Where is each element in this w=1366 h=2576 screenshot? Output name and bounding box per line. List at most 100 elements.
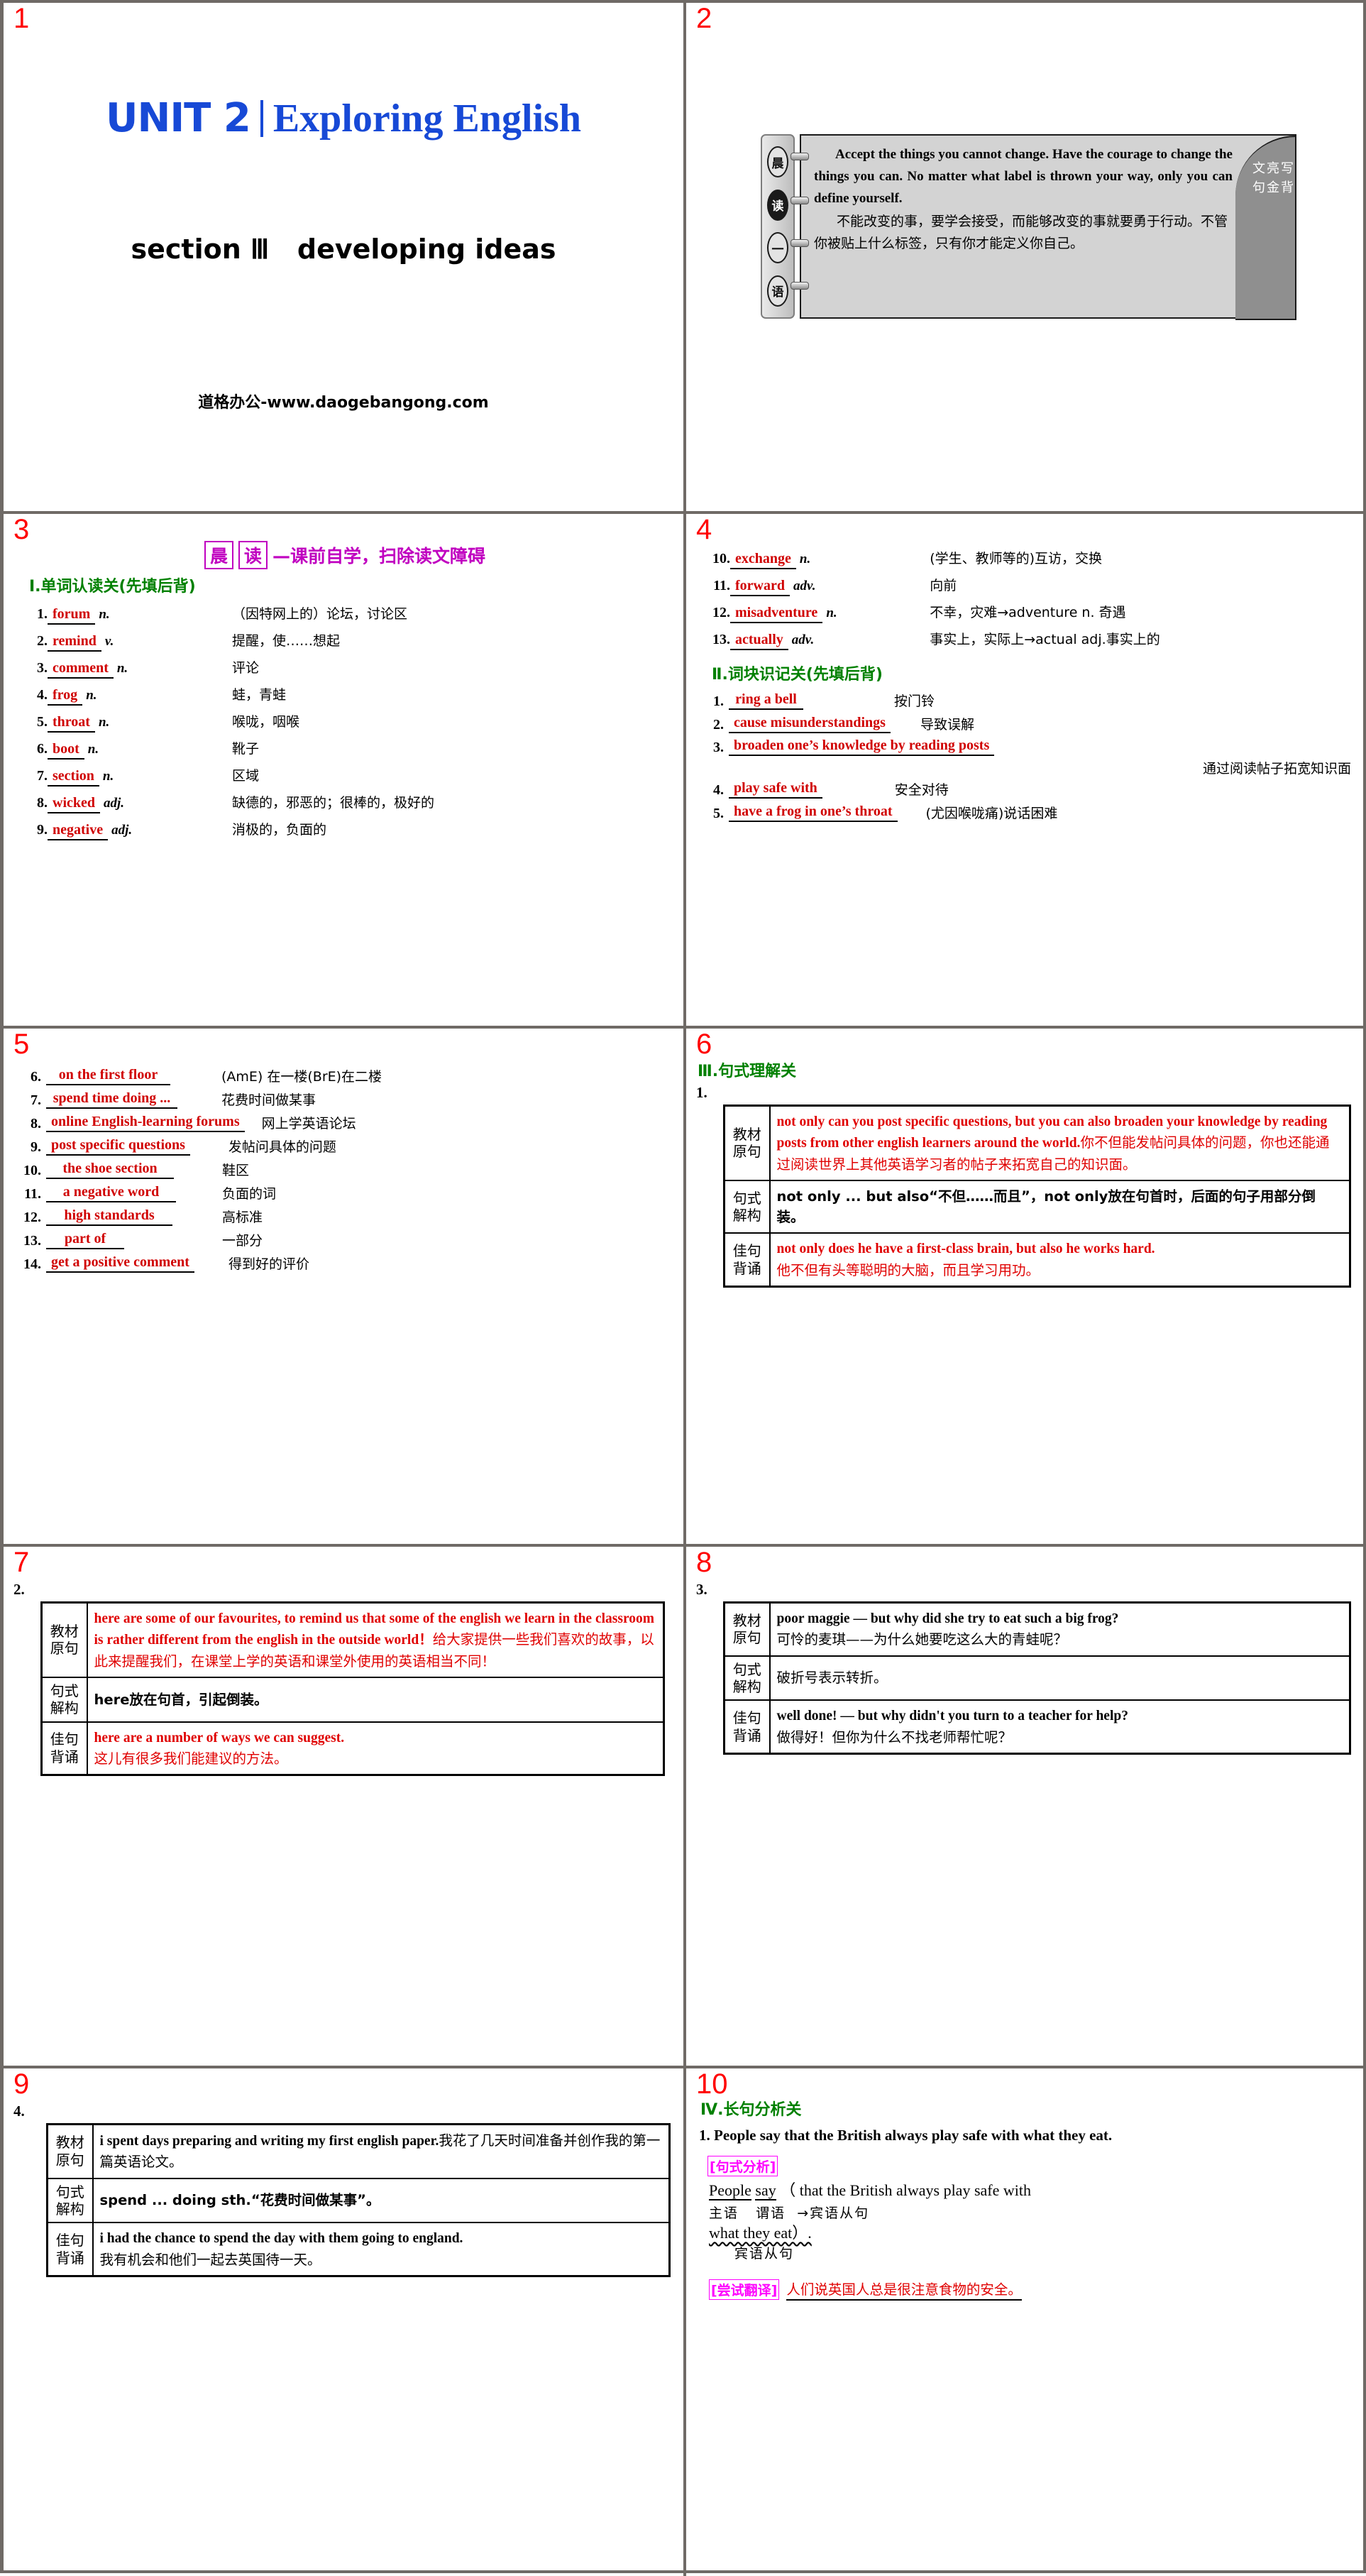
section-title-word-recognition: Ⅰ.单词认读关(先填后背) bbox=[29, 578, 196, 596]
chunk-meaning-wrap: 通过阅读帖子拓宽知识面 bbox=[699, 758, 1360, 777]
row-word-cell: throat n. bbox=[48, 708, 232, 735]
slide-1[interactable]: 1 UNIT 2 Exploring English section Ⅲ deve… bbox=[4, 3, 686, 514]
header-char-read: 读 bbox=[238, 541, 268, 569]
long-sentence-item: 1. People say that the British always pl… bbox=[699, 2127, 1357, 2144]
slide-5[interactable]: 5 6. on the first floor (AmE) 在一楼(BrE)在二… bbox=[4, 1029, 686, 1547]
row-number: 5. bbox=[37, 714, 48, 730]
row-word-cell: actually adv. bbox=[730, 626, 930, 653]
item-number: 3. bbox=[713, 740, 724, 755]
binder-char-2: 读 bbox=[767, 189, 788, 221]
slide-number-5: 5 bbox=[13, 1029, 30, 1060]
word-pos: adj. bbox=[104, 796, 125, 811]
recite-english: well done! — but why didn't you turn to … bbox=[776, 1709, 1128, 1724]
row-label-structure: 句式 解构 bbox=[40, 1676, 88, 1723]
item-number: 13. bbox=[23, 1233, 41, 1249]
section-name: developing ideas bbox=[297, 234, 556, 265]
section-numeral: Ⅲ bbox=[250, 235, 270, 265]
table-row: 佳句 背诵 i had the chance to spend the day w… bbox=[46, 2222, 671, 2277]
vocabulary-table-1: 1. forum n. （因特网上的）论坛，讨论区 2. remind v. 提醒，使……想… bbox=[16, 601, 673, 843]
list-item: 6. on the first floor (AmE) 在一楼(BrE)在二楼 bbox=[16, 1064, 673, 1087]
slide-3[interactable]: 3 晨读 —课前自学，扫除读文障碍 Ⅰ.单词认读关(先填后背) 1. forum n.… bbox=[4, 514, 686, 1029]
row-content: not only can you post specific questions… bbox=[769, 1105, 1351, 1181]
row-number: 2. bbox=[37, 633, 48, 649]
binder-rings bbox=[791, 140, 809, 314]
word-blank: exchange bbox=[730, 551, 796, 569]
sentence-table-3: 教材 原句 poor maggie — but why did she try t… bbox=[723, 1601, 1351, 1755]
row-label-textbook: 教材 原句 bbox=[46, 2123, 94, 2179]
item-number: 4. bbox=[713, 782, 724, 798]
row-meaning: 不幸，灾难→adventure n. 奇遇 bbox=[930, 605, 1126, 620]
row-content: here放在句首，引起倒装。 bbox=[86, 1676, 665, 1723]
row-content: i had the chance to spend the day with t… bbox=[92, 2222, 671, 2277]
slide-1-subtitle: section Ⅲ developing ideas bbox=[4, 234, 683, 265]
word-pos: v. bbox=[104, 634, 114, 649]
slide-2[interactable]: 2 晨 读 一 语 Accept the things you cannot c… bbox=[686, 3, 1366, 514]
slide-6[interactable]: 6 Ⅲ.句式理解关 1. 教材 原句 not only can you post … bbox=[686, 1029, 1366, 1547]
chunk-meaning: 按门铃 bbox=[894, 694, 935, 709]
row-label-structure: 句式 解构 bbox=[723, 1179, 771, 1234]
row-word-cell: remind v. bbox=[48, 627, 232, 654]
word-blank: section bbox=[48, 768, 99, 786]
chunk-meaning: 一部分 bbox=[222, 1233, 263, 1249]
corner-tab: 写背 亮金 文句 bbox=[1235, 136, 1296, 320]
chunk-blank: broaden one’s knowledge by reading posts bbox=[729, 738, 995, 756]
chunk-meaning: 网上学英语论坛 bbox=[261, 1116, 356, 1131]
row-word-cell: comment n. bbox=[48, 654, 232, 681]
item-number: 11. bbox=[24, 1186, 41, 1202]
row-word-cell: negative adj. bbox=[48, 816, 232, 843]
row-meaning: 评论 bbox=[231, 660, 259, 676]
table-row: 教材 原句 poor maggie — but why did she try t… bbox=[723, 1601, 1351, 1657]
slide-10[interactable]: 10 Ⅳ.长句分析关 1. People say that the Britis… bbox=[686, 2068, 1366, 2576]
item-number: 2. bbox=[713, 717, 724, 733]
row-word-cell: exchange n. bbox=[730, 545, 930, 572]
table-row: 佳句 背诵 well done! — but why didn't you tur… bbox=[723, 1699, 1351, 1755]
table-row: 佳句 背诵 not only does he have a first-class… bbox=[723, 1232, 1351, 1288]
slide-number-9: 9 bbox=[13, 2068, 30, 2100]
label-predicate: 谓语 bbox=[756, 2205, 786, 2221]
row-label-textbook: 教材 原句 bbox=[723, 1601, 771, 1657]
chunk-meaning: 高标准 bbox=[222, 1210, 263, 1225]
row-meaning: 区域 bbox=[231, 768, 259, 784]
word-blank: forward bbox=[730, 578, 790, 596]
list-item: 7. spend time doing ... 花费时间做某事 bbox=[16, 1087, 673, 1111]
row-label-recite: 佳句 背诵 bbox=[723, 1232, 771, 1288]
chunk-meaning: (尤因喉咙痛)说话困难 bbox=[925, 806, 1058, 821]
row-meaning: 提醒，使……想起 bbox=[231, 633, 340, 649]
section-title-sentence-understanding: Ⅲ.句式理解关 bbox=[698, 1063, 797, 1080]
row-number: 11. bbox=[713, 578, 730, 593]
table-row: 12. misadventure n. 不幸，灾难→adventure n. 奇遇 bbox=[699, 599, 1360, 626]
list-item: 12. high standards 高标准 bbox=[16, 1205, 673, 1228]
list-item: 13. part of 一部分 bbox=[16, 1228, 673, 1251]
chunk-blank: ring a bell bbox=[729, 691, 803, 710]
word-blank: negative bbox=[48, 822, 109, 840]
slide-9[interactable]: 9 4. 教材 原句 i spent days preparing and wri… bbox=[4, 2068, 686, 2576]
list-item: 1. ring a bell 按门铃 bbox=[699, 689, 1360, 712]
slide-number-3: 3 bbox=[13, 514, 30, 545]
table-row: 9. negative adj. 消极的，负面的 bbox=[16, 816, 673, 843]
slide-number-1: 1 bbox=[13, 3, 30, 34]
table-row: 13. actually adv. 事实上，实际上→actual adj.事实上的 bbox=[699, 626, 1360, 653]
table-row: 佳句 背诵 here are a number of ways we can su… bbox=[40, 1721, 665, 1776]
slide-number-2: 2 bbox=[696, 3, 712, 34]
table-row: 4. frog n. 蛙，青蛙 bbox=[16, 681, 673, 708]
quote-box: Accept the things you cannot change. Hav… bbox=[800, 134, 1296, 320]
row-content: spend ... doing sth.“花费时间做某事”。 bbox=[92, 2177, 671, 2224]
recite-english: not only does he have a first-class brai… bbox=[776, 1242, 1155, 1257]
row-number: 6. bbox=[37, 741, 48, 757]
slide-8[interactable]: 8 3. 教材 原句 poor maggie — but why did she … bbox=[686, 1547, 1366, 2068]
corner-tab-col-2: 亮金 bbox=[1265, 161, 1279, 199]
table-row: 句式 解构 spend ... doing sth.“花费时间做某事”。 bbox=[46, 2177, 671, 2224]
sentence-english: poor maggie — but why did she try to eat… bbox=[776, 1611, 1119, 1626]
table-row: 句式 解构 not only ... but also“不但……而且”，not o… bbox=[723, 1179, 1351, 1234]
part-subject: People bbox=[709, 2181, 751, 2200]
item-number: 1. bbox=[699, 2127, 710, 2144]
slide-thumbnail-grid: 1 UNIT 2 Exploring English section Ⅲ deve… bbox=[0, 0, 1366, 2576]
slide-4[interactable]: 4 10. exchange n. (学生、教师等的)互访，交换 11. forward… bbox=[686, 514, 1366, 1029]
recite-chinese: 这儿有很多我们能建议的方法。 bbox=[94, 1750, 288, 1767]
slide-7[interactable]: 7 2. 教材 原句 here are some of our favourite… bbox=[4, 1547, 686, 2068]
table-row: 1. forum n. （因特网上的）论坛，讨论区 bbox=[16, 601, 673, 627]
row-number: 7. bbox=[37, 768, 48, 784]
word-blank: comment bbox=[48, 660, 114, 679]
list-item: 8. online English-learning forums 网上学英语论… bbox=[16, 1111, 673, 1134]
word-blank: boot bbox=[48, 741, 84, 760]
